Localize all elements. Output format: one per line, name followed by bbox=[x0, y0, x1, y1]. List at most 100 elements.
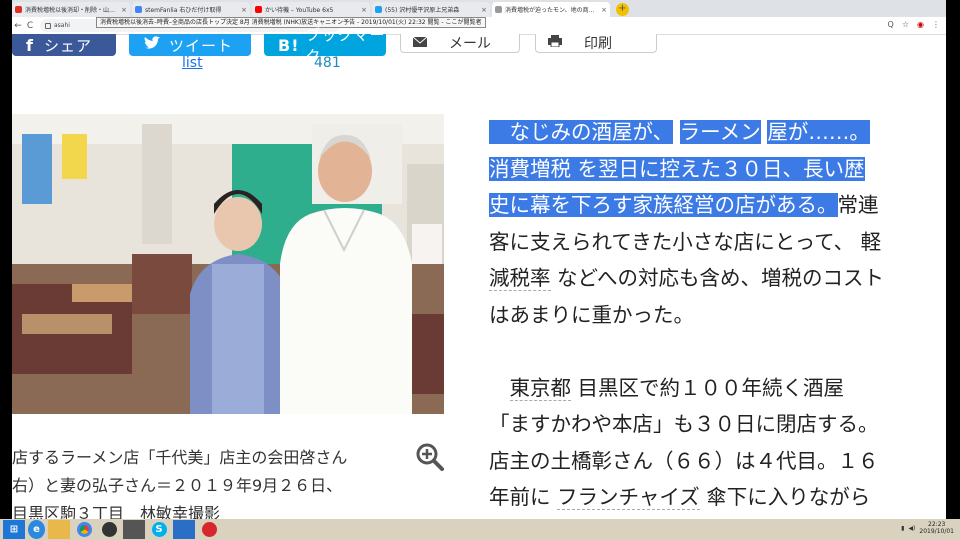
caption-line: 目黒区駒３丁目 林敏幸撮影 bbox=[12, 504, 221, 519]
skype-icon[interactable]: S bbox=[148, 520, 170, 539]
article-photo bbox=[12, 114, 444, 414]
browser-tab[interactable]: stemFanlia 右ひだ付け取得 × bbox=[132, 2, 250, 17]
twitter-bird-icon bbox=[143, 36, 161, 54]
keyword-link[interactable]: フランチャイズ bbox=[557, 485, 700, 510]
tab-title: stemFanlia 右ひだ付け取得 bbox=[145, 7, 222, 14]
print-button[interactable]: 印刷 bbox=[535, 34, 657, 53]
mail-icon bbox=[412, 35, 428, 51]
zoom-in-icon[interactable] bbox=[415, 442, 445, 472]
tab-favicon-icon bbox=[15, 6, 22, 13]
article-line: 消費増税 を翌日に控えた３０日、長い歴 bbox=[489, 151, 946, 188]
extension-icon[interactable]: ◉ bbox=[917, 20, 924, 29]
twitter-share-button[interactable]: ツイート bbox=[129, 34, 251, 56]
tab-favicon-icon bbox=[495, 6, 502, 13]
browser-tab[interactable]: (55) 沢村優平沢原上兄弟森 × bbox=[372, 2, 490, 17]
article-text: 消費増税 bbox=[489, 156, 578, 181]
article-text: を翌日に控えた３０日、長い歴 bbox=[577, 156, 865, 181]
article-text: 目黒区で約１００年続く酒屋 bbox=[571, 375, 845, 400]
tab-tooltip: 消費税増税以後消去–時費–全商品の店長トップ決定 8月 消費税増税 (NHK)放… bbox=[96, 17, 486, 28]
start-icon[interactable]: ⊞ bbox=[3, 520, 25, 539]
tab-favicon-icon bbox=[135, 6, 142, 13]
browser-icon[interactable] bbox=[198, 520, 220, 539]
article-line: 客に支えられてきた小さな店にとって、 軽 bbox=[489, 224, 946, 261]
network-icon[interactable]: ▮ bbox=[901, 525, 904, 532]
tab-title: かい待機 – YouTube 6x5 bbox=[265, 7, 334, 14]
tab-title: 消費増税が迫ったモン、地の商店 消費増 bbox=[505, 7, 599, 14]
browser-tab[interactable]: 消費増税が迫ったモン、地の商店 消費増× bbox=[492, 2, 610, 17]
article-text: などへの対応も含め、増税のコスト bbox=[550, 266, 884, 290]
facebook-share-label: シェア bbox=[43, 36, 92, 55]
obs-icon[interactable] bbox=[98, 520, 120, 539]
lock-icon bbox=[45, 22, 51, 29]
browser-tab[interactable]: 消費税増税以後消却・削除・山部ハル主× bbox=[12, 2, 130, 17]
article-text: 客に支えられてきた小さな店にとって、 軽 bbox=[489, 229, 882, 254]
tab-title: 消費税増税以後消却・削除・山部ハル主 bbox=[25, 7, 119, 14]
article-text: 店主の土橋彰さん（６６）は４代目。１６ bbox=[489, 448, 879, 473]
browser-tab[interactable]: かい待機 – YouTube 6x5 × bbox=[252, 2, 370, 17]
tab-favicon-icon bbox=[375, 6, 382, 13]
article-text bbox=[673, 120, 680, 144]
search-icon[interactable]: Q bbox=[888, 20, 894, 29]
tab-close-icon[interactable]: × bbox=[601, 6, 607, 14]
keyword-link[interactable]: 減税率 bbox=[489, 266, 551, 291]
article-line: 東京都 目黒区で約１００年続く酒屋 bbox=[489, 370, 946, 407]
system-tray: ▮ ◀) 22:23 2019/10/01 bbox=[901, 521, 954, 535]
windows-taskbar: ⊞ e S ▮ ◀) 22:23 2019/10/01 bbox=[0, 519, 960, 540]
article-line: 減税率 などへの対応も含め、増税のコスト bbox=[489, 260, 946, 297]
menu-icon[interactable]: ⋮ bbox=[932, 20, 940, 29]
clock-date: 2019/10/01 bbox=[919, 528, 954, 535]
printer-icon bbox=[548, 35, 562, 51]
facebook-icon: f bbox=[26, 35, 34, 55]
article-text: なじみの酒屋が、 bbox=[489, 120, 674, 144]
caption-line: 店するラーメン店「千代美」店主の会田啓さん bbox=[12, 448, 348, 467]
back-button[interactable]: ← bbox=[12, 21, 24, 31]
star-icon[interactable]: ☆ bbox=[902, 20, 909, 29]
article-text: はあまりに重かった。 bbox=[489, 302, 694, 327]
browser-window: 消費税増税以後消却・削除・山部ハル主×stemFanlia 右ひだ付け取得×かい… bbox=[12, 0, 946, 519]
article-line: 年前に フランチャイズ 傘下に入りながら bbox=[489, 479, 946, 516]
article-text: 傘下に入りながら bbox=[699, 485, 871, 509]
twitter-share-label: ツイート bbox=[169, 36, 234, 55]
chrome-icon[interactable] bbox=[73, 520, 95, 539]
camera-icon[interactable] bbox=[123, 520, 145, 539]
mail-share-button[interactable]: メール bbox=[400, 34, 520, 53]
keyword-link[interactable]: 東京都 bbox=[509, 375, 571, 401]
browser-tools: Q ☆ ◉ ⋮ bbox=[888, 20, 940, 29]
article-line: はあまりに重かった。 bbox=[489, 297, 946, 334]
article-body: なじみの酒屋が、 ラーメン 屋が……。 消費増税 を翌日に控えた３０日、長い歴史… bbox=[489, 114, 946, 516]
facebook-share-button[interactable]: f シェア bbox=[12, 34, 116, 56]
new-tab-button[interactable]: + bbox=[616, 3, 629, 16]
hatena-bookmark-button[interactable]: B! ブックマーク bbox=[264, 26, 386, 65]
article-text bbox=[489, 376, 510, 400]
hatena-count: 481 bbox=[314, 55, 341, 71]
tab-close-icon[interactable]: × bbox=[361, 6, 367, 14]
tab-close-icon[interactable]: × bbox=[121, 6, 127, 14]
article-text: 屋が……。 bbox=[767, 120, 870, 144]
article-text: ラーメン bbox=[679, 120, 761, 144]
tab-close-icon[interactable]: × bbox=[481, 6, 487, 14]
caption-line: 右）と妻の弘子さん＝２０１９年9月２６日、 bbox=[12, 476, 343, 495]
print-label: 印刷 bbox=[584, 36, 612, 52]
clock[interactable]: 22:23 2019/10/01 bbox=[919, 521, 954, 535]
tab-strip: 消費税増税以後消却・削除・山部ハル主×stemFanlia 右ひだ付け取得×かい… bbox=[12, 0, 946, 17]
explorer-icon[interactable]: e bbox=[28, 520, 45, 539]
folder-icon[interactable] bbox=[48, 520, 70, 539]
hatena-icon: B! bbox=[278, 35, 300, 55]
article-line: 「ますかわや本店」も３０日に閉店する。 bbox=[489, 406, 946, 443]
tab-close-icon[interactable]: × bbox=[241, 6, 247, 14]
photo-caption: 店するラーメン店「千代美」店主の会田啓さん 右）と妻の弘子さん＝２０１９年9月２… bbox=[12, 444, 412, 519]
twitter-count-link[interactable]: list bbox=[182, 55, 203, 71]
article-line bbox=[489, 333, 946, 370]
article-line: なじみの酒屋が、 ラーメン 屋が……。 bbox=[489, 114, 946, 151]
volume-icon[interactable]: ◀) bbox=[908, 525, 915, 532]
article-line: 史に幕を下ろす家族経営の店がある。常連 bbox=[489, 187, 946, 224]
url-text: asahi bbox=[54, 22, 70, 29]
tab-title: (55) 沢村優平沢原上兄弟森 bbox=[385, 7, 460, 14]
article-line: 店主の土橋彰さん（６６）は４代目。１６ bbox=[489, 443, 946, 480]
clock-time: 22:23 bbox=[928, 521, 946, 528]
reload-button[interactable]: C bbox=[24, 21, 36, 31]
mail-share-label: メール bbox=[449, 36, 491, 52]
mail-icon[interactable] bbox=[173, 520, 195, 539]
article-text: 「ますかわや本店」も３０日に閉店する。 bbox=[489, 412, 879, 436]
article-text: 年前に bbox=[489, 485, 558, 509]
